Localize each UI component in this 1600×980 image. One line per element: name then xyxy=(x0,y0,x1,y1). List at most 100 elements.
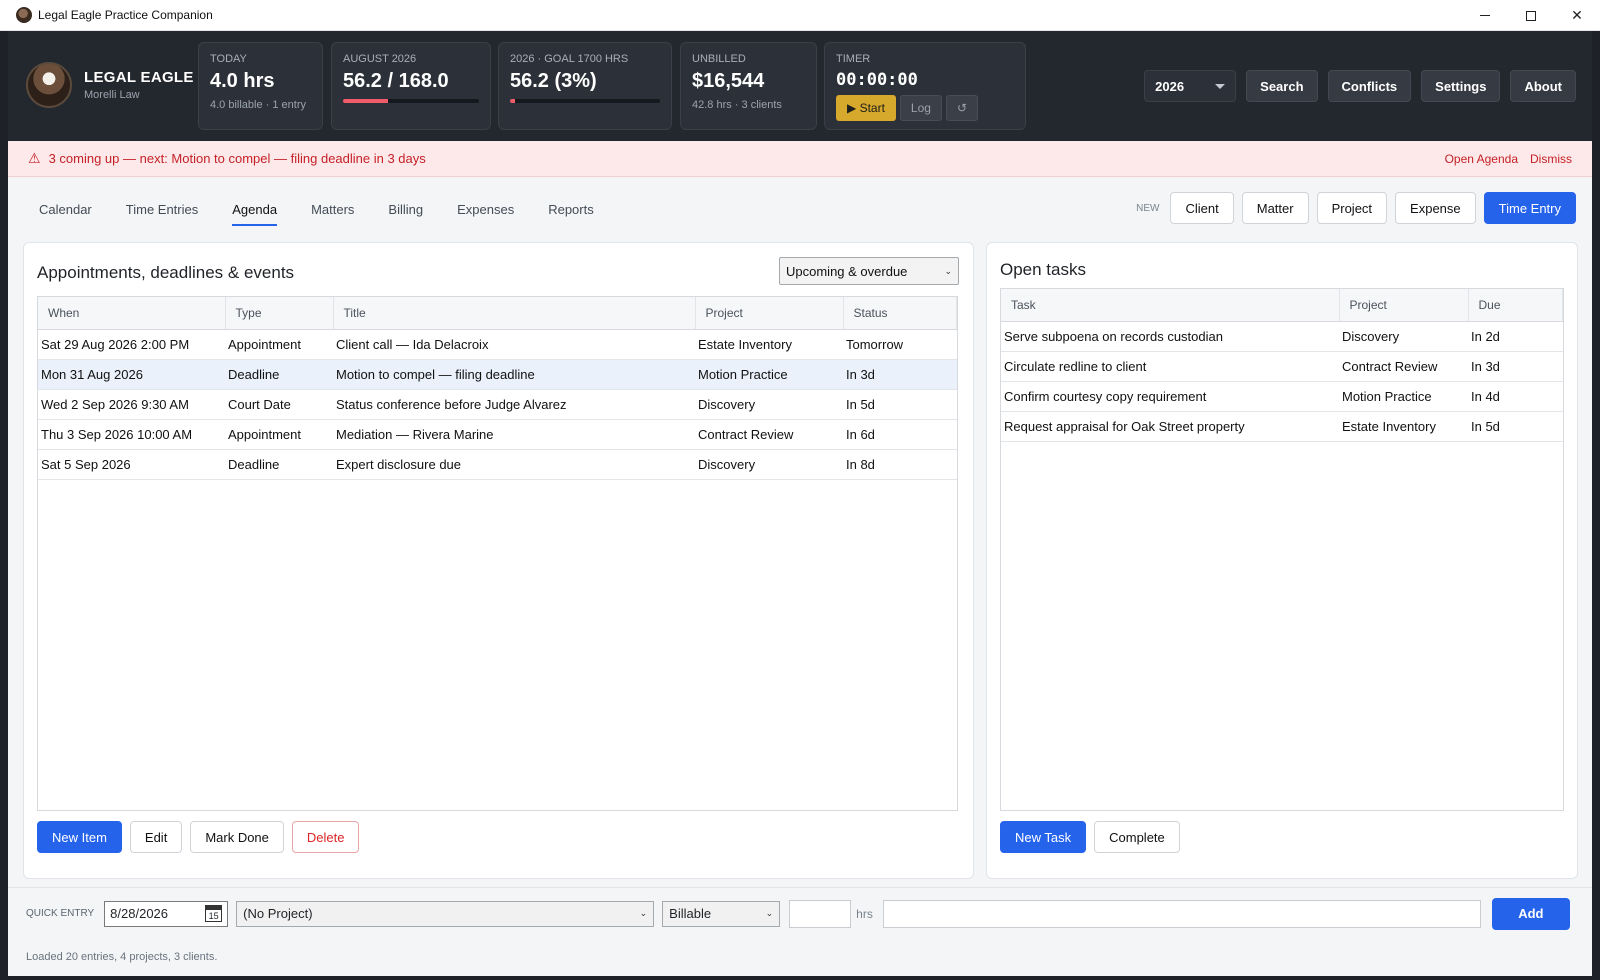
new-task-button[interactable]: New Task xyxy=(1000,821,1087,853)
cell-status: In 6d xyxy=(843,419,957,450)
col-due[interactable]: Due xyxy=(1468,289,1563,322)
new-expense-button[interactable]: Expense xyxy=(1395,192,1476,224)
new-time-entry-button[interactable]: Time Entry xyxy=(1483,192,1576,224)
cell-title: Mediation — Rivera Marine xyxy=(333,419,695,450)
tab-bar: Calendar Time Entries Agenda Matters Bil… xyxy=(39,202,594,226)
quick-project-select[interactable]: (No Project) ⌄ xyxy=(236,900,655,927)
new-label: NEW xyxy=(1136,202,1160,214)
conflicts-button[interactable]: Conflicts xyxy=(1327,70,1412,102)
stat-month-value: 56.2 / 168.0 xyxy=(343,70,449,92)
new-project-button[interactable]: Project xyxy=(1316,192,1388,224)
month-progress-fill xyxy=(343,99,388,103)
quick-description-input[interactable] xyxy=(882,899,1481,928)
open-agenda-link[interactable]: Open Agenda xyxy=(1445,152,1518,166)
year-select-value: 2026 xyxy=(1155,78,1185,94)
new-client-button[interactable]: Client xyxy=(1170,192,1234,224)
cell-due: In 4d xyxy=(1468,381,1563,412)
settings-button[interactable]: Settings xyxy=(1421,70,1501,102)
quick-entry-bar: QUICK ENTRY 8/28/2026 15 (No Project) ⌄ … xyxy=(8,887,1592,939)
tab-reports[interactable]: Reports xyxy=(548,202,594,226)
hours-unit: hrs xyxy=(856,906,873,921)
window-titlebar: Legal Eagle Practice Companion ✕ xyxy=(0,0,1600,31)
complete-button[interactable]: Complete xyxy=(1094,821,1180,853)
stat-today: TODAY 4.0 hrs 4.0 billable · 1 entry xyxy=(198,42,323,130)
table-row[interactable]: Confirm courtesy copy requirement Motion… xyxy=(1001,381,1563,412)
cell-type: Deadline xyxy=(225,449,333,480)
table-row[interactable]: Sat 29 Aug 2026 2:00 PM Appointment Clie… xyxy=(38,329,957,360)
close-icon[interactable]: ✕ xyxy=(1554,0,1600,31)
col-when[interactable]: When xyxy=(38,297,226,330)
tab-time-entries[interactable]: Time Entries xyxy=(126,202,198,226)
about-button[interactable]: About xyxy=(1510,70,1576,102)
stat-timer-label: TIMER xyxy=(836,53,871,65)
chevron-down-icon: ⌄ xyxy=(765,908,774,918)
stat-today-label: TODAY xyxy=(210,53,247,65)
new-item-button[interactable]: New Item xyxy=(37,821,122,853)
minimize-icon[interactable] xyxy=(1462,0,1508,31)
window-title: Legal Eagle Practice Companion xyxy=(38,8,213,22)
stat-goal-value: 56.2 (3%) xyxy=(510,70,597,92)
goal-progress-fill xyxy=(510,99,515,103)
quick-billing-select[interactable]: Billable ⌄ xyxy=(662,900,781,927)
year-select[interactable]: 2026 xyxy=(1144,70,1237,102)
mark-done-button[interactable]: Mark Done xyxy=(190,821,284,853)
cell-task: Confirm courtesy copy requirement xyxy=(1001,381,1339,412)
col-project[interactable]: Project xyxy=(1339,289,1469,322)
col-type[interactable]: Type xyxy=(225,297,334,330)
timer-reset-icon[interactable]: ↺ xyxy=(945,95,978,121)
timer-log-button[interactable]: Log xyxy=(899,95,942,121)
cell-status: In 8d xyxy=(843,449,957,480)
tab-calendar[interactable]: Calendar xyxy=(39,202,92,226)
agenda-panel: Appointments, deadlines & events Upcomin… xyxy=(23,242,974,879)
cell-type: Appointment xyxy=(225,419,333,450)
cell-project: Estate Inventory xyxy=(1339,411,1468,442)
quick-entry-label: QUICK ENTRY xyxy=(26,908,95,919)
maximize-icon[interactable] xyxy=(1508,0,1554,31)
brand-firm: Morelli Law xyxy=(84,89,140,101)
stat-month: AUGUST 2026 56.2 / 168.0 xyxy=(331,42,491,130)
cell-project: Discovery xyxy=(695,389,843,420)
table-row[interactable]: Wed 2 Sep 2026 9:30 AM Court Date Status… xyxy=(38,389,957,420)
alert-message: 3 coming up — next: Motion to compel — f… xyxy=(48,151,426,166)
agenda-title: Appointments, deadlines & events xyxy=(37,263,295,282)
table-row[interactable]: Request appraisal for Oak Street propert… xyxy=(1001,411,1563,442)
table-row[interactable]: Thu 3 Sep 2026 10:00 AM Appointment Medi… xyxy=(38,419,957,450)
cell-when: Thu 3 Sep 2026 10:00 AM xyxy=(38,419,225,450)
tab-expenses[interactable]: Expenses xyxy=(457,202,514,226)
quick-add-button[interactable]: Add xyxy=(1491,897,1570,930)
tab-matters[interactable]: Matters xyxy=(311,202,354,226)
table-row[interactable]: Circulate redline to client Contract Rev… xyxy=(1001,351,1563,382)
quick-date-input[interactable]: 8/28/2026 15 xyxy=(104,900,229,927)
new-matter-button[interactable]: Matter xyxy=(1241,192,1309,224)
quick-date-value: 8/28/2026 xyxy=(110,906,169,921)
col-title[interactable]: Title xyxy=(333,297,696,330)
agenda-filter-value: Upcoming & overdue xyxy=(786,263,908,279)
eagle-logo-icon xyxy=(26,62,72,108)
delete-button[interactable]: Delete xyxy=(291,821,360,853)
search-button[interactable]: Search xyxy=(1246,70,1318,102)
table-row[interactable]: Serve subpoena on records custodian Disc… xyxy=(1001,321,1563,352)
cell-title: Expert disclosure due xyxy=(333,449,695,480)
stat-unbilled-label: UNBILLED xyxy=(692,53,746,65)
col-status[interactable]: Status xyxy=(843,297,957,330)
calendar-icon[interactable]: 15 xyxy=(205,905,223,922)
timer-start-button[interactable]: ▶ Start xyxy=(836,95,896,121)
cell-type: Court Date xyxy=(225,389,333,420)
quick-project-value: (No Project) xyxy=(243,906,313,921)
tab-billing[interactable]: Billing xyxy=(388,202,423,226)
table-row[interactable]: Mon 31 Aug 2026 Deadline Motion to compe… xyxy=(38,359,957,390)
dismiss-link[interactable]: Dismiss xyxy=(1530,152,1572,166)
new-actions: NEW Client Matter Project Expense Time E… xyxy=(1136,192,1576,224)
tab-agenda[interactable]: Agenda xyxy=(232,202,278,226)
table-row[interactable]: Sat 5 Sep 2026 Deadline Expert disclosur… xyxy=(38,449,957,480)
col-project[interactable]: Project xyxy=(695,297,844,330)
stat-today-value: 4.0 hrs xyxy=(210,70,275,92)
cell-when: Mon 31 Aug 2026 xyxy=(38,359,225,390)
col-task[interactable]: Task xyxy=(1001,289,1340,322)
edit-button[interactable]: Edit xyxy=(129,821,183,853)
cell-project: Contract Review xyxy=(695,419,843,450)
cell-title: Motion to compel — filing deadline xyxy=(333,359,695,390)
quick-hours-input[interactable] xyxy=(789,899,852,928)
agenda-filter-select[interactable]: Upcoming & overdue ⌄ xyxy=(779,257,959,285)
cell-project: Motion Practice xyxy=(1339,381,1468,412)
